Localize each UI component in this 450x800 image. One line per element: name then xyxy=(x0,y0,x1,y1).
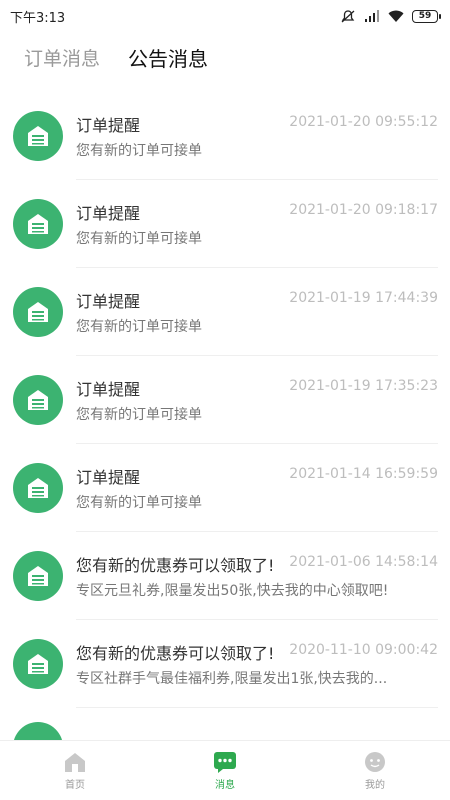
message-desc: 您有新的订单可接单 xyxy=(76,495,202,511)
notice-icon xyxy=(13,111,63,161)
notice-icon xyxy=(13,287,63,337)
bottom-nav: 首页 消息 我的 xyxy=(0,740,450,800)
message-time: 2020-11-10 09:00:42 xyxy=(279,642,438,658)
list-item-body: 您有新的优惠券可以领取了! 2021-01-06 14:58:14 专区元旦礼券… xyxy=(76,550,438,602)
message-time: 2021-01-20 09:55:12 xyxy=(279,114,438,130)
notice-icon xyxy=(13,639,63,689)
signal-icon xyxy=(364,10,380,22)
tab-announcements[interactable]: 公告消息 xyxy=(128,43,208,72)
status-icons: 59 xyxy=(340,9,441,23)
nav-messages[interactable]: 消息 xyxy=(150,741,300,800)
list-item-body: 您有新的优惠券可以领取了! 2020-11-10 09:00:42 专区社群手气… xyxy=(76,638,438,690)
message-time: 2021-01-06 14:58:14 xyxy=(279,554,438,570)
screen: 下午3:13 59 订单消息 公告消息 订单提醒 2021-01-20 09:5… xyxy=(0,0,450,800)
list-item[interactable]: 订单提醒 2021-01-20 09:55:12 您有新的订单可接单 xyxy=(0,92,450,180)
notice-icon xyxy=(13,722,63,740)
message-title: 订单提醒 xyxy=(76,292,141,311)
message-desc: 您有新的订单可接单 xyxy=(76,319,202,335)
list-item[interactable]: 订单提醒 2021-01-19 17:35:23 您有新的订单可接单 xyxy=(0,356,450,444)
nav-home[interactable]: 首页 xyxy=(0,741,150,800)
home-icon xyxy=(63,751,87,773)
list-item[interactable]: 订单提醒 2021-01-20 09:18:17 您有新的订单可接单 xyxy=(0,180,450,268)
message-title: 您有新的优惠券可以领取了! xyxy=(76,644,275,663)
list-item-partial[interactable] xyxy=(0,708,450,740)
message-desc: 专区元旦礼券,限量发出50张,快去我的中心领取吧! xyxy=(76,583,389,599)
status-bar: 下午3:13 59 xyxy=(0,0,450,32)
message-desc: 您有新的订单可接单 xyxy=(76,407,202,423)
message-time: 2021-01-19 17:35:23 xyxy=(279,378,438,394)
message-title: 订单提醒 xyxy=(76,204,141,223)
list-item-body: 订单提醒 2021-01-20 09:18:17 您有新的订单可接单 xyxy=(76,198,438,250)
nav-profile-label: 我的 xyxy=(365,779,385,791)
tab-order-messages[interactable]: 订单消息 xyxy=(24,44,100,71)
message-desc: 专区社群手气最佳福利券,限量发出1张,快去我的... xyxy=(76,671,388,687)
message-list[interactable]: 订单提醒 2021-01-20 09:55:12 您有新的订单可接单 订单提醒 … xyxy=(0,92,450,740)
list-item[interactable]: 您有新的优惠券可以领取了! 2021-01-06 14:58:14 专区元旦礼券… xyxy=(0,532,450,620)
message-time: 2021-01-14 16:59:59 xyxy=(279,466,438,482)
wifi-icon xyxy=(388,10,404,22)
status-time: 下午3:13 xyxy=(10,10,66,26)
message-desc: 您有新的订单可接单 xyxy=(76,231,202,247)
battery-icon: 59 xyxy=(412,9,441,23)
list-item[interactable]: 您有新的优惠券可以领取了! 2020-11-10 09:00:42 专区社群手气… xyxy=(0,620,450,708)
message-title: 订单提醒 xyxy=(76,468,141,487)
message-time: 2021-01-20 09:18:17 xyxy=(279,202,438,218)
message-title: 订单提醒 xyxy=(76,116,141,135)
nav-home-label: 首页 xyxy=(65,779,85,791)
notice-icon xyxy=(13,551,63,601)
list-item-body: 订单提醒 2021-01-19 17:44:39 您有新的订单可接单 xyxy=(76,286,438,338)
message-time: 2021-01-19 17:44:39 xyxy=(279,290,438,306)
message-desc: 您有新的订单可接单 xyxy=(76,143,202,159)
mute-icon xyxy=(340,9,356,22)
notice-icon xyxy=(13,375,63,425)
nav-messages-label: 消息 xyxy=(215,779,235,791)
list-item-body: 订单提醒 2021-01-14 16:59:59 您有新的订单可接单 xyxy=(76,462,438,514)
message-tabs: 订单消息 公告消息 xyxy=(0,32,450,82)
list-item[interactable]: 订单提醒 2021-01-19 17:44:39 您有新的订单可接单 xyxy=(0,268,450,356)
list-item-body: 订单提醒 2021-01-20 09:55:12 您有新的订单可接单 xyxy=(76,110,438,162)
list-item-body: 订单提醒 2021-01-19 17:35:23 您有新的订单可接单 xyxy=(76,374,438,426)
nav-profile[interactable]: 我的 xyxy=(300,741,450,800)
message-title: 订单提醒 xyxy=(76,380,141,399)
notice-icon xyxy=(13,463,63,513)
profile-icon xyxy=(363,751,387,773)
notice-icon xyxy=(13,199,63,249)
message-title: 您有新的优惠券可以领取了! xyxy=(76,556,275,575)
list-item[interactable]: 订单提醒 2021-01-14 16:59:59 您有新的订单可接单 xyxy=(0,444,450,532)
message-icon xyxy=(213,751,237,773)
